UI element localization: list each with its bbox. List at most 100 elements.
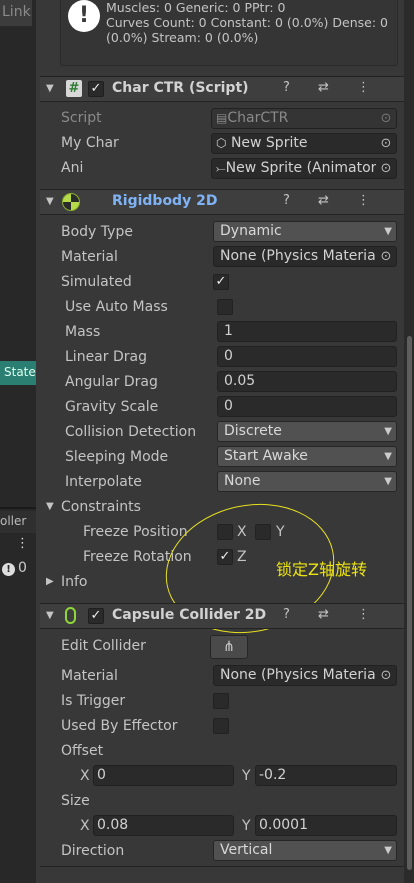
capsule-collider-icon bbox=[65, 607, 76, 624]
material-value: None (Physics Material 2D) bbox=[220, 248, 397, 264]
object-picker-icon[interactable]: ⊙ bbox=[376, 134, 396, 153]
divider bbox=[40, 101, 404, 102]
edit-shape-icon: ⋔ bbox=[223, 639, 235, 655]
scrollbar-thumb[interactable] bbox=[407, 336, 412, 870]
is-trigger-checkbox[interactable] bbox=[213, 693, 229, 709]
script-label: Script bbox=[61, 110, 102, 126]
size-x-label: X bbox=[80, 818, 90, 834]
warning-icon: ! bbox=[2, 563, 15, 576]
sleeping-mode-label: Sleeping Mode bbox=[65, 449, 169, 465]
mass-label: Mass bbox=[65, 324, 101, 340]
dropdown-arrow-icon: ▼ bbox=[384, 476, 392, 487]
collision-detection-dropdown[interactable]: Discrete ▼ bbox=[217, 421, 397, 442]
constraints-foldout-icon[interactable]: ▼ bbox=[46, 501, 54, 512]
offset-label: Offset bbox=[61, 743, 104, 759]
dropdown-arrow-icon: ▼ bbox=[384, 845, 392, 856]
direction-value: Vertical bbox=[220, 842, 273, 858]
collision-detection-value: Discrete bbox=[224, 423, 282, 439]
angular-drag-field[interactable]: 0.05 bbox=[217, 371, 397, 392]
state-node[interactable]: State bbox=[0, 361, 36, 385]
edit-collider-button[interactable]: ⋔ bbox=[210, 635, 248, 659]
used-by-effector-checkbox[interactable] bbox=[213, 718, 229, 734]
linear-drag-field[interactable]: 0 bbox=[217, 346, 397, 367]
rigidbody-icon bbox=[62, 193, 80, 211]
link-tab[interactable]: Link bbox=[0, 0, 32, 26]
foldout-arrow-icon[interactable]: ▼ bbox=[46, 83, 54, 94]
warning-count: ! 0 bbox=[0, 558, 36, 580]
sleeping-mode-dropdown[interactable]: Start Awake ▼ bbox=[217, 446, 397, 467]
script-field: ▤CharCTR ⊙ bbox=[211, 108, 397, 129]
annotation-text: 锁定Z轴旋转 bbox=[276, 560, 367, 579]
used-by-effector-label: Used By Effector bbox=[61, 718, 178, 734]
foldout-arrow-icon[interactable]: ▼ bbox=[46, 610, 54, 621]
interpolate-value: None bbox=[224, 473, 261, 489]
material-value: None (Physics Material 2D) bbox=[220, 667, 397, 683]
component-title: Capsule Collider 2D bbox=[112, 607, 267, 623]
linear-drag-label: Linear Drag bbox=[65, 349, 147, 365]
info-line: Muscles: 0 Generic: 0 PPtr: 0 bbox=[106, 0, 286, 15]
offset-y-field[interactable]: -0.2 bbox=[255, 765, 397, 786]
component-title: Rigidbody 2D bbox=[112, 193, 218, 209]
body-type-dropdown[interactable]: Dynamic ▼ bbox=[213, 221, 397, 242]
object-picker-icon[interactable]: ⊙ bbox=[376, 159, 396, 178]
info-icon: ! bbox=[68, 0, 100, 32]
material-field[interactable]: None (Physics Material 2D) ⊙ bbox=[213, 246, 397, 267]
info-foldout-icon[interactable]: ▶ bbox=[46, 576, 54, 587]
offset-x-label: X bbox=[80, 768, 90, 784]
capsule-enabled-checkbox[interactable]: ✓ bbox=[88, 608, 104, 624]
dropdown-arrow-icon: ▼ bbox=[384, 226, 392, 237]
info-line: (0.0%) Stream: 0 (0.0%) bbox=[106, 30, 259, 45]
freeze-position-label: Freeze Position bbox=[83, 524, 188, 540]
collision-detection-label: Collision Detection bbox=[65, 424, 197, 440]
gravity-scale-label: Gravity Scale bbox=[65, 399, 159, 415]
body-type-label: Body Type bbox=[61, 224, 133, 240]
controller-tab[interactable]: oller bbox=[0, 511, 36, 533]
is-trigger-label: Is Trigger bbox=[61, 693, 126, 709]
sleeping-mode-value: Start Awake bbox=[224, 448, 308, 464]
material-label: Material bbox=[61, 668, 118, 684]
script-icon: # bbox=[66, 80, 82, 97]
char-ctr-enabled-checkbox[interactable]: ✓ bbox=[88, 81, 104, 97]
use-auto-mass-checkbox[interactable] bbox=[217, 299, 233, 315]
header-icons[interactable]: ? ⇄ ⋮ bbox=[283, 607, 382, 622]
script-value: CharCTR bbox=[227, 110, 289, 126]
dropdown-arrow-icon: ▼ bbox=[384, 426, 392, 437]
info-label[interactable]: Info bbox=[61, 574, 88, 590]
ani-label: Ani bbox=[61, 160, 84, 176]
use-auto-mass-label: Use Auto Mass bbox=[65, 299, 168, 315]
capsule-collider-header[interactable]: ▼ ✓ Capsule Collider 2D ? ⇄ ⋮ bbox=[40, 604, 404, 628]
size-label: Size bbox=[61, 793, 90, 809]
simulated-checkbox[interactable]: ✓ bbox=[213, 274, 229, 290]
gravity-scale-field[interactable]: 0 bbox=[217, 396, 397, 417]
material-label: Material bbox=[61, 249, 118, 265]
size-x-field[interactable]: 0.08 bbox=[93, 815, 234, 836]
direction-dropdown[interactable]: Vertical ▼ bbox=[213, 840, 397, 861]
cube-icon: ⬡ bbox=[216, 136, 227, 150]
header-icons[interactable]: ? ⇄ ⋮ bbox=[283, 80, 382, 95]
ani-field[interactable]: ⤚New Sprite (Animator) ⊙ bbox=[211, 158, 397, 179]
my-char-label: My Char bbox=[61, 135, 119, 151]
material-field[interactable]: None (Physics Material 2D) ⊙ bbox=[213, 665, 397, 686]
char-ctr-header[interactable]: ▼ # ✓ Char CTR (Script) ? ⇄ ⋮ bbox=[40, 77, 404, 101]
constraints-label[interactable]: Constraints bbox=[61, 499, 141, 515]
animator-icon: ⤚ bbox=[216, 161, 226, 175]
offset-y-label: Y bbox=[242, 768, 251, 784]
header-icons[interactable]: ? ⇄ ⋮ bbox=[283, 193, 382, 208]
edit-collider-label: Edit Collider bbox=[61, 638, 146, 654]
object-picker-icon[interactable]: ⊙ bbox=[376, 666, 396, 685]
my-char-field[interactable]: ⬡ New Sprite ⊙ bbox=[211, 133, 397, 154]
interpolate-label: Interpolate bbox=[65, 474, 142, 490]
mass-field[interactable]: 1 bbox=[217, 321, 397, 342]
foldout-arrow-icon[interactable]: ▼ bbox=[46, 196, 54, 207]
divider bbox=[40, 628, 404, 629]
object-picker-icon[interactable]: ⊙ bbox=[376, 247, 396, 266]
kebab-menu-icon[interactable]: ⋮ bbox=[16, 536, 29, 551]
size-y-field[interactable]: 0.0001 bbox=[255, 815, 397, 836]
size-y-label: Y bbox=[242, 818, 251, 834]
info-line: Curves Count: 0 Constant: 0 (0.0%) Dense… bbox=[106, 15, 388, 30]
interpolate-dropdown[interactable]: None ▼ bbox=[217, 471, 397, 492]
my-char-value: New Sprite bbox=[230, 135, 308, 151]
offset-x-field[interactable]: 0 bbox=[93, 765, 234, 786]
angular-drag-label: Angular Drag bbox=[65, 374, 158, 390]
rigidbody-header[interactable]: ▼ Rigidbody 2D ? ⇄ ⋮ bbox=[40, 190, 404, 214]
